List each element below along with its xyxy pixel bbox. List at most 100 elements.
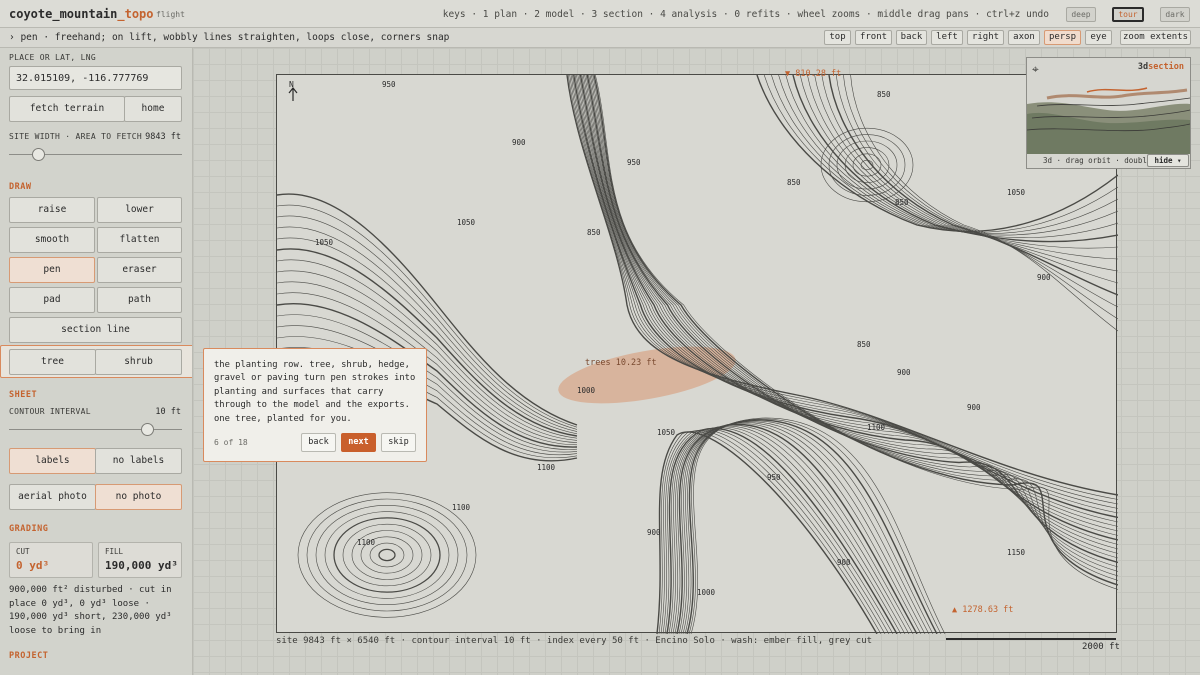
view-toolbar: › pen · freehand; on lift, wobbly lines …	[0, 28, 1200, 48]
sheet-section-title: SHEET	[9, 390, 38, 400]
top-bar: coyote_mountain_topo flight keys · 1 pla…	[0, 0, 1200, 28]
elevation-label: 900	[512, 138, 526, 147]
elevation-label: 1050	[457, 218, 476, 227]
trees-label: trees 10.23 ft	[585, 358, 657, 368]
scale-label: 2000 ft	[1082, 642, 1120, 652]
fill-stat: FILL 190,000 yd³	[98, 542, 182, 578]
smooth-button[interactable]: smooth	[9, 227, 95, 253]
fetch-terrain-button[interactable]: fetch terrain	[9, 96, 125, 122]
no-labels-button[interactable]: no labels	[95, 448, 182, 474]
raise-button[interactable]: raise	[9, 197, 95, 223]
tour-next-button[interactable]: next	[341, 433, 376, 452]
tour-text: the planting row. tree, shrub, hedge, gr…	[214, 360, 416, 424]
elevation-label: 850	[895, 198, 909, 207]
pad-button[interactable]: pad	[9, 287, 95, 313]
elevation-label: 1050	[315, 238, 334, 247]
place-input[interactable]	[9, 66, 182, 90]
elevation-label: 1100	[867, 423, 886, 432]
elevation-label: 1100	[452, 503, 471, 512]
flatten-button[interactable]: flatten	[97, 227, 182, 253]
scale-bar	[946, 638, 1116, 640]
tool-hint: › pen · freehand; on lift, wobbly lines …	[9, 32, 450, 43]
3d-inset[interactable]: ⌖ 3dsection 3d · drag orbit · double- hi…	[1026, 57, 1191, 169]
view-left-button[interactable]: left	[931, 30, 963, 45]
view-axon-button[interactable]: axon	[1008, 30, 1040, 45]
elevation-label: 900	[1037, 273, 1051, 282]
labels-button[interactable]: labels	[9, 448, 96, 474]
shrub-button[interactable]: shrub	[95, 349, 182, 375]
site-width-value: 9843 ft	[145, 132, 181, 142]
app-title: coyote_mountain_topo	[9, 7, 154, 21]
app-subtitle: flight	[156, 10, 185, 19]
elevation-label: 900	[647, 528, 661, 537]
zoom-extents-button[interactable]: zoom extents	[1120, 30, 1191, 45]
contour-interval-slider[interactable]	[9, 429, 182, 430]
elevation-label: 900	[897, 368, 911, 377]
tree-button[interactable]: tree	[9, 349, 96, 375]
elevation-label: 1100	[357, 538, 376, 547]
view-top-button[interactable]: top	[824, 30, 851, 45]
contour-interval-value: 10 ft	[155, 407, 181, 417]
view-persp-button[interactable]: persp	[1044, 30, 1081, 45]
inset-title: 3dsection	[1138, 62, 1184, 72]
inset-hide-button[interactable]: hide ▾	[1147, 154, 1189, 167]
north-arrow-icon	[288, 87, 298, 101]
inset-caption: 3d · drag orbit · double-	[1043, 156, 1156, 165]
grading-section-title: GRADING	[9, 524, 49, 534]
place-label: PLACE OR LAT, LNG	[9, 53, 96, 62]
mode-tour-button[interactable]: tour	[1112, 7, 1144, 22]
contour-interval-slider-thumb[interactable]	[141, 423, 155, 436]
fill-label: FILL	[105, 547, 124, 556]
project-section-title: PROJECT	[9, 651, 49, 661]
elevation-label: 850	[857, 340, 871, 349]
view-eye-button[interactable]: eye	[1085, 30, 1112, 45]
draw-section-title: DRAW	[9, 182, 32, 192]
view-right-button[interactable]: right	[967, 30, 1004, 45]
no-photo-button[interactable]: no photo	[95, 484, 182, 510]
elevation-label: 950	[767, 473, 781, 482]
elevation-label: 900	[837, 558, 851, 567]
view-back-button[interactable]: back	[896, 30, 927, 45]
pen-button[interactable]: pen	[9, 257, 95, 283]
cut-value: 0 yd³	[16, 559, 50, 572]
cut-stat: CUT 0 yd³	[9, 542, 93, 578]
elevation-label: 1100	[537, 463, 556, 472]
sidebar: PLACE OR LAT, LNG fetch terrain home SIT…	[0, 48, 193, 675]
contour-interval-label: CONTOUR INTERVAL	[9, 407, 91, 416]
tour-skip-button[interactable]: skip	[381, 433, 416, 452]
fill-value: 190,000 yd³	[105, 559, 178, 572]
elevation-label: 900	[967, 403, 981, 412]
home-button[interactable]: home	[124, 96, 182, 122]
tour-back-button[interactable]: back	[301, 433, 336, 452]
high-point-label: ▲ 1278.63 ft	[952, 605, 1014, 615]
view-front-button[interactable]: front	[855, 30, 892, 45]
site-width-slider-thumb[interactable]	[32, 148, 46, 161]
lower-button[interactable]: lower	[97, 197, 182, 223]
low-point-label: ▼ 810.28 ft	[785, 69, 842, 79]
elevation-label: 950	[382, 80, 396, 89]
elevation-labels: 950 850 900 950 850 850 1050 1050 1050 850 900 850 9…	[315, 80, 1051, 597]
elevation-label: 850	[877, 90, 891, 99]
mode-dark-button[interactable]: dark	[1160, 7, 1190, 22]
sheet-footer: site 9843 ft × 6540 ft · contour interva…	[276, 636, 873, 646]
grading-summary: 900,000 ft² disturbed · cut in place 0 y…	[9, 585, 172, 636]
elevation-label: 1150	[1007, 548, 1026, 557]
cut-label: CUT	[16, 547, 30, 556]
section-line-button[interactable]: section line	[9, 317, 182, 343]
elevation-label: 1050	[657, 428, 676, 437]
path-button[interactable]: path	[97, 287, 182, 313]
inset-title-main: 3d	[1137, 62, 1149, 72]
eraser-button[interactable]: eraser	[97, 257, 182, 283]
site-width-label: SITE WIDTH · AREA TO FETCH	[9, 132, 143, 141]
tour-step-counter: 6 of 18	[214, 438, 248, 447]
keyboard-hints: keys · 1 plan · 2 model · 3 section · 4 …	[442, 9, 1049, 20]
inset-title-accent: section	[1148, 62, 1184, 72]
elevation-label: 1000	[577, 386, 596, 395]
app-name-accent: _topo	[117, 7, 154, 21]
elevation-label: 950	[627, 158, 641, 167]
aerial-photo-button[interactable]: aerial photo	[9, 484, 96, 510]
3d-terrain-preview[interactable]	[1027, 74, 1190, 154]
elevation-label: 850	[587, 228, 601, 237]
elevation-label: 1050	[1007, 188, 1026, 197]
mode-deep-button[interactable]: deep	[1066, 7, 1096, 22]
